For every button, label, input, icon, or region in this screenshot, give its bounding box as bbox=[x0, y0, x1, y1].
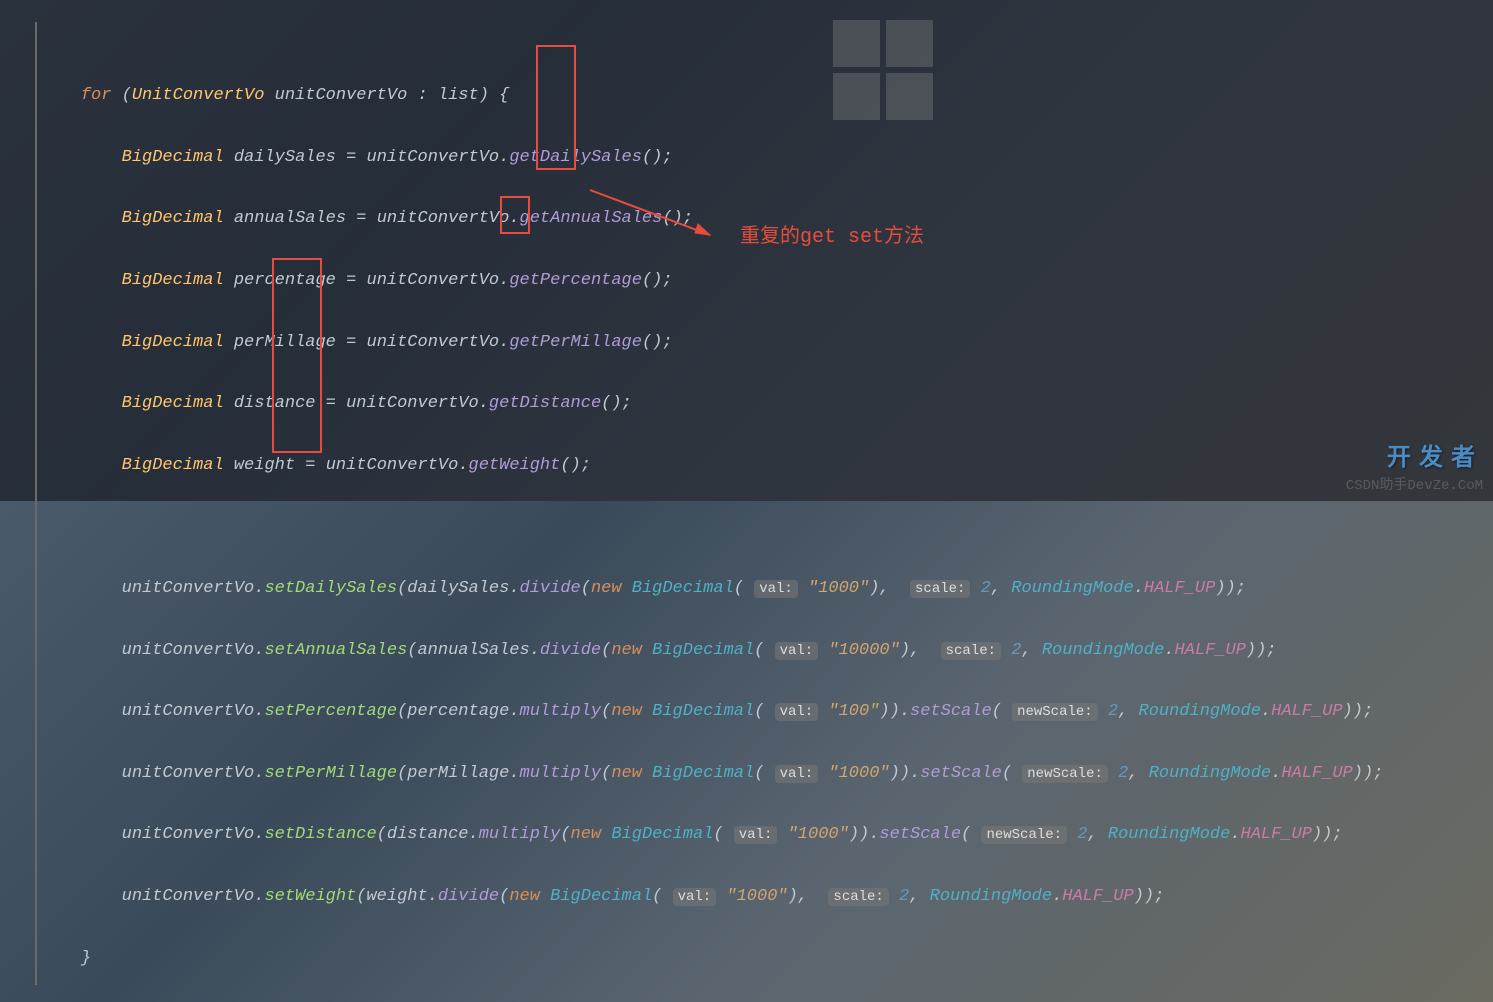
code-line-1: for (UnitConvertVo unitConvertVo : list)… bbox=[40, 81, 1383, 112]
code-line-10: unitConvertVo.setAnnualSales(annualSales… bbox=[40, 636, 1383, 667]
param-hint: scale: bbox=[910, 580, 970, 598]
code-line-13: unitConvertVo.setDistance(distance.multi… bbox=[40, 820, 1383, 851]
highlight-box-get bbox=[536, 45, 576, 170]
annotation-text: 重复的get set方法 bbox=[740, 220, 924, 256]
code-line-4: BigDecimal percentage = unitConvertVo.ge… bbox=[40, 266, 1383, 297]
highlight-box-set bbox=[272, 258, 322, 453]
code-line-12: unitConvertVo.setPerMillage(perMillage.m… bbox=[40, 759, 1383, 790]
param-hint: newScale: bbox=[1012, 703, 1098, 721]
code-editor[interactable]: for (UnitConvertVo unitConvertVo : list)… bbox=[40, 20, 1383, 1002]
code-line-15: } bbox=[40, 944, 1383, 975]
param-hint: val: bbox=[775, 703, 819, 721]
highlight-box-get2 bbox=[500, 196, 530, 234]
param-hint: val: bbox=[775, 765, 819, 783]
watermark-csdn: CSDN助手DevZe.CoM bbox=[1346, 474, 1483, 499]
code-line-7: BigDecimal weight = unitConvertVo.getWei… bbox=[40, 451, 1383, 482]
code-line-2: BigDecimal dailySales = unitConvertVo.ge… bbox=[40, 143, 1383, 174]
code-line-11: unitConvertVo.setPercentage(percentage.m… bbox=[40, 697, 1383, 728]
param-hint: val: bbox=[775, 642, 819, 660]
code-line-blank bbox=[40, 512, 1383, 543]
param-hint: val: bbox=[673, 888, 717, 906]
indent-guide bbox=[35, 22, 37, 985]
param-hint: val: bbox=[734, 826, 778, 844]
param-hint: scale: bbox=[828, 888, 888, 906]
code-line-6: BigDecimal distance = unitConvertVo.getD… bbox=[40, 389, 1383, 420]
param-hint: newScale: bbox=[1022, 765, 1108, 783]
annotation-arrow bbox=[580, 180, 750, 250]
param-hint: newScale: bbox=[981, 826, 1067, 844]
code-line-5: BigDecimal perMillage = unitConvertVo.ge… bbox=[40, 328, 1383, 359]
param-hint: scale: bbox=[941, 642, 1001, 660]
param-hint: val: bbox=[754, 580, 798, 598]
code-line-14: unitConvertVo.setWeight(weight.divide(ne… bbox=[40, 882, 1383, 913]
code-line-9: unitConvertVo.setDailySales(dailySales.d… bbox=[40, 574, 1383, 605]
